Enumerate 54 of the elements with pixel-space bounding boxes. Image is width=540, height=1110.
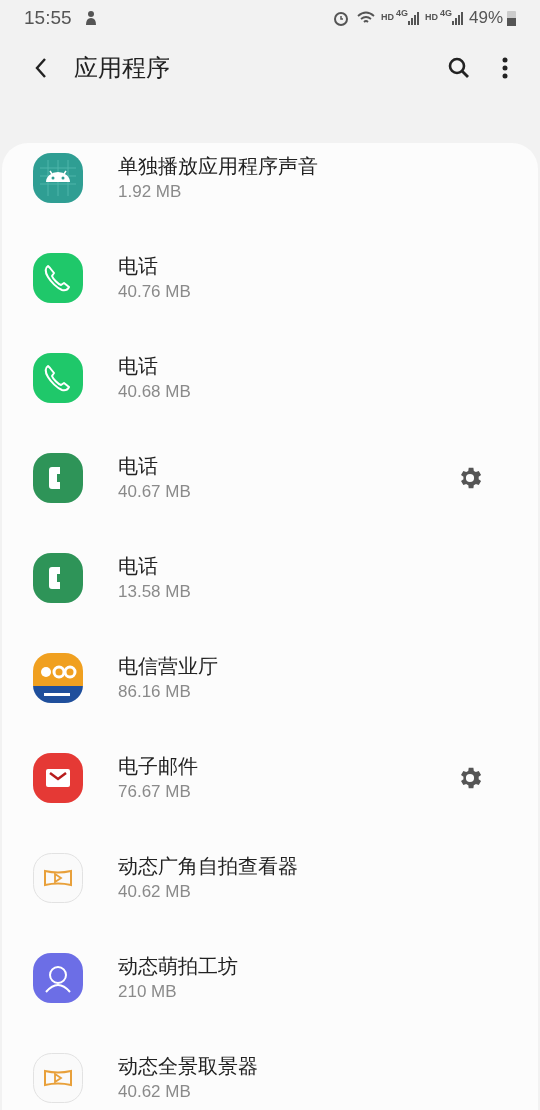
network-label: HD — [424, 11, 438, 25]
app-size: 40.67 MB — [118, 481, 192, 503]
app-name: 电子邮件 — [118, 754, 199, 779]
search-icon — [447, 56, 471, 80]
app-size: 210 MB — [118, 981, 178, 1003]
phone-app-icon — [32, 552, 84, 604]
battery-icon — [507, 10, 516, 26]
android-app-icon — [32, 152, 84, 204]
avatar-app-icon — [32, 952, 84, 1004]
signal-icon — [451, 11, 464, 25]
notification-icon — [83, 10, 98, 26]
network-label: 4G — [439, 7, 452, 21]
panorama-app-icon — [32, 852, 84, 904]
app-size: 40.62 MB — [118, 1081, 192, 1103]
page-title: 应用程序 — [74, 53, 170, 83]
app-name: 动态广角自拍查看器 — [118, 854, 299, 879]
app-size: 86.16 MB — [118, 681, 192, 703]
app-name: 动态全景取景器 — [118, 1054, 259, 1079]
app-list-item[interactable]: 电话 40.76 MB — [2, 228, 538, 328]
network-label: 4G — [395, 7, 408, 21]
signal-icon — [407, 11, 420, 25]
mail-app-icon — [32, 752, 84, 804]
telecom-app-icon — [32, 652, 84, 704]
app-list-item[interactable]: 电话 13.58 MB — [2, 528, 538, 628]
app-name: 电话 — [118, 454, 159, 479]
more-options-icon — [502, 57, 508, 79]
app-size: 40.76 MB — [118, 281, 192, 303]
app-list-item[interactable]: 动态广角自拍查看器 40.62 MB — [2, 828, 538, 928]
app-name: 电话 — [118, 254, 159, 279]
app-list-item[interactable]: 动态全景取景器 40.62 MB — [2, 1028, 538, 1110]
app-size: 76.67 MB — [118, 781, 192, 803]
alarm-icon — [331, 9, 350, 27]
phone-app-icon — [32, 252, 84, 304]
app-list-item[interactable]: 单独播放应用程序声音 1.92 MB — [2, 143, 538, 228]
app-list-item[interactable]: 电信营业厅 86.16 MB — [2, 628, 538, 728]
app-list-item[interactable]: 动态萌拍工坊 210 MB — [2, 928, 538, 1028]
app-name: 动态萌拍工坊 — [118, 954, 239, 979]
panorama-app-icon — [32, 1052, 84, 1104]
app-size: 40.62 MB — [118, 881, 192, 903]
battery-percent: 49% — [468, 7, 503, 30]
phone-app-icon — [32, 352, 84, 404]
app-name: 电话 — [118, 354, 159, 379]
status-time: 15:55 — [24, 5, 72, 30]
phone-app-icon — [32, 452, 84, 504]
app-list-item[interactable]: 电话 40.67 MB — [2, 428, 538, 528]
app-size: 1.92 MB — [118, 181, 183, 203]
app-list-item[interactable]: 电话 40.68 MB — [2, 328, 538, 428]
app-name: 电话 — [118, 554, 159, 579]
network-label: HD — [380, 11, 394, 25]
app-name: 电信营业厅 — [118, 654, 219, 679]
app-name: 单独播放应用程序声音 — [118, 154, 319, 179]
app-size: 13.58 MB — [118, 581, 192, 603]
app-size: 40.68 MB — [118, 381, 192, 403]
app-list-item[interactable]: 电子邮件 76.67 MB — [2, 728, 538, 828]
